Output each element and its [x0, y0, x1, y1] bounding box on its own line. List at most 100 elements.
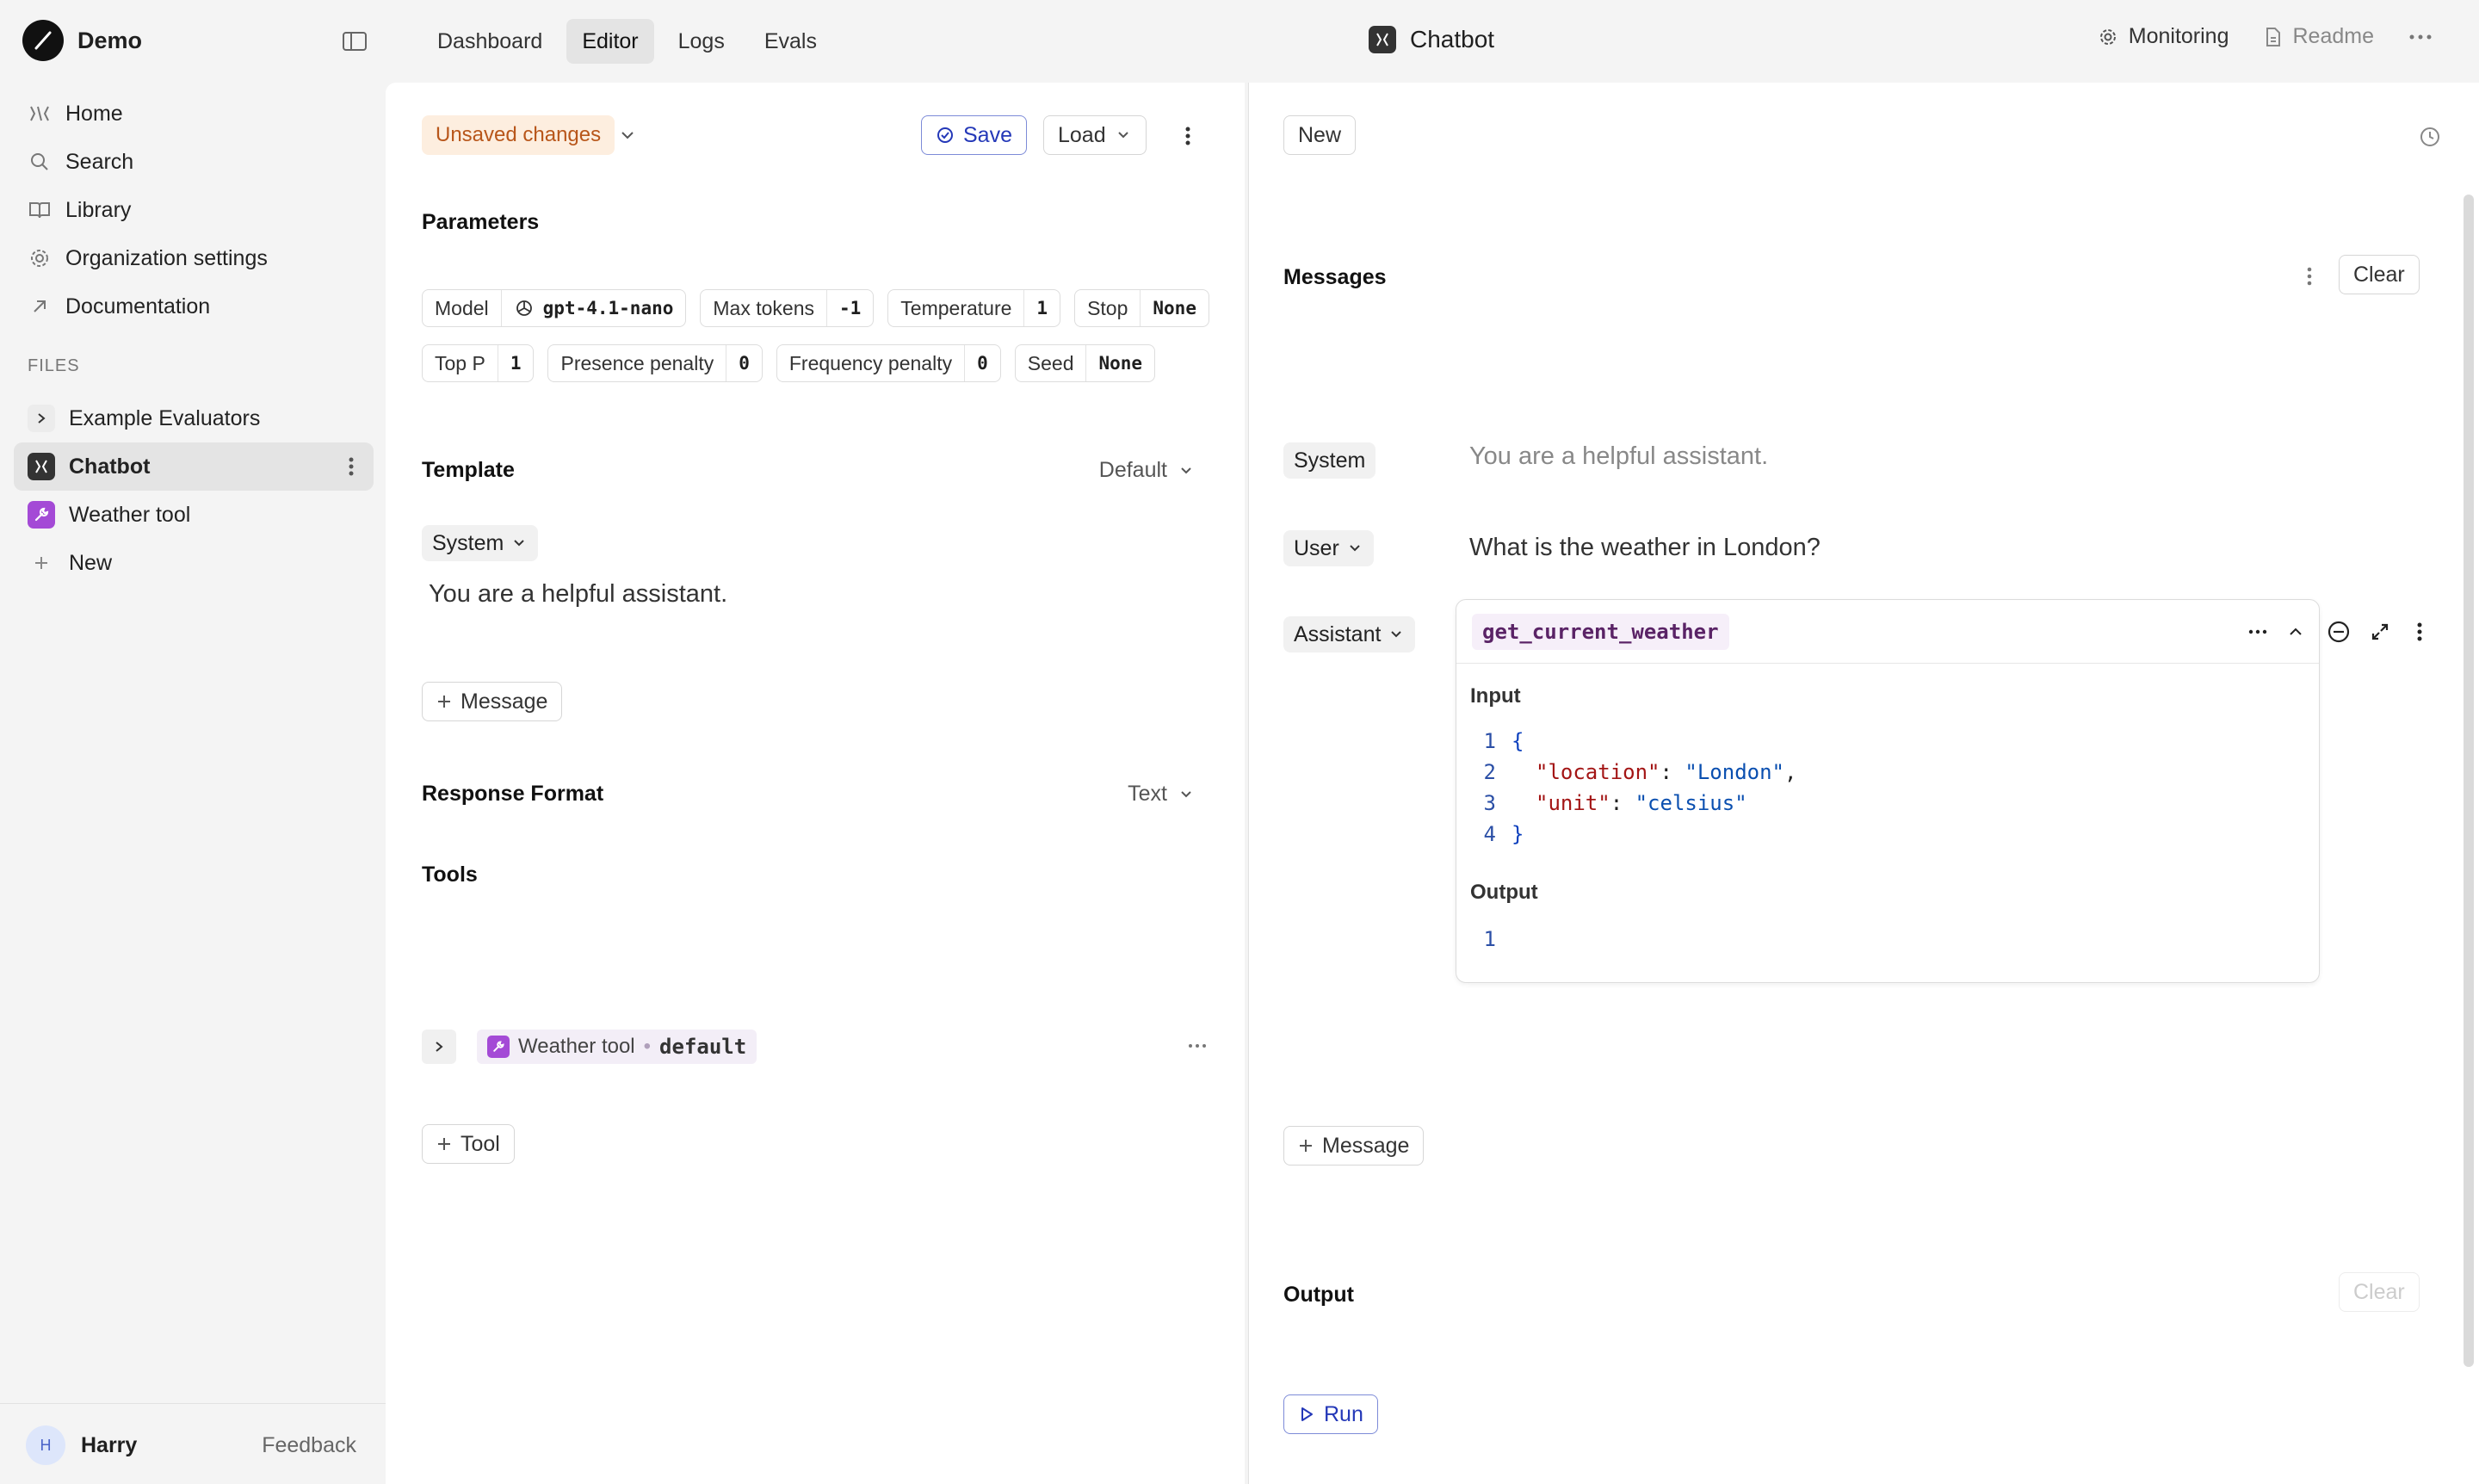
message-role-user[interactable]: User: [1283, 530, 1374, 566]
sidebar-item-search[interactable]: Search: [14, 138, 374, 186]
sidebar-item-documentation[interactable]: Documentation: [14, 282, 374, 331]
user-name[interactable]: Harry: [81, 1433, 137, 1458]
code-line: 4 }: [1456, 819, 1796, 850]
top-bar: Demo Dashboard Editor Logs Evals Chatbot…: [0, 0, 2479, 83]
chevron-down-icon[interactable]: [618, 126, 637, 145]
tool-call-function-name[interactable]: get_current_weather: [1472, 614, 1729, 650]
messages-options-icon[interactable]: [2306, 265, 2313, 288]
line-number: 3: [1483, 791, 1496, 815]
param-stop[interactable]: Stop None: [1074, 289, 1209, 327]
param-value: 1: [1023, 290, 1060, 326]
template-mode-dropdown[interactable]: Default: [1099, 458, 1195, 483]
tool-output-code[interactable]: 1: [1456, 924, 1512, 955]
param-label: Model: [435, 296, 489, 319]
tab-evals[interactable]: Evals: [749, 19, 832, 64]
param-top-p[interactable]: Top P 1: [422, 344, 535, 382]
avatar[interactable]: H: [26, 1425, 65, 1465]
param-label: Frequency penalty: [788, 351, 953, 374]
template-role-selector[interactable]: System: [422, 525, 539, 561]
save-button[interactable]: Save: [921, 115, 1027, 155]
file-item-weather-tool[interactable]: Weather tool: [14, 491, 374, 539]
message-text-system[interactable]: You are a helpful assistant.: [1469, 442, 1768, 471]
sidebar-item-library[interactable]: Library: [14, 186, 374, 234]
history-icon[interactable]: [2419, 126, 2441, 148]
file-item-chatbot[interactable]: Chatbot: [14, 442, 374, 491]
plus-icon: [28, 549, 55, 577]
file-item-new[interactable]: New: [14, 539, 374, 587]
tab-editor[interactable]: Editor: [566, 19, 654, 64]
line-number: 2: [1483, 760, 1496, 784]
new-session-button[interactable]: New: [1283, 115, 1357, 155]
json-key: "location": [1536, 760, 1660, 784]
param-value: 0: [726, 345, 762, 381]
expand-tool-icon[interactable]: [422, 1030, 456, 1064]
chevron-right-icon: [28, 405, 55, 432]
clear-messages-button[interactable]: Clear: [2339, 255, 2420, 294]
feedback-button[interactable]: Feedback: [262, 1433, 356, 1458]
search-icon: [28, 150, 52, 174]
param-seed[interactable]: Seed None: [1014, 344, 1156, 382]
run-button[interactable]: Run: [1283, 1394, 1378, 1434]
editor-options-icon[interactable]: [1184, 124, 1191, 148]
workspace-switcher[interactable]: Demo: [22, 20, 142, 61]
param-temperature[interactable]: Temperature 1: [887, 289, 1061, 327]
clear-output-button[interactable]: Clear: [2339, 1272, 2420, 1312]
tool-input-code[interactable]: 1 { 2 "location" : "London" , 3 "unit" :…: [1456, 726, 1797, 850]
sidebar: Home Search Library Organization setting…: [0, 83, 386, 1484]
sidebar-item-label: Documentation: [65, 294, 211, 318]
chevron-down-icon: [1388, 626, 1405, 643]
load-label: Load: [1058, 122, 1106, 147]
sidebar-item-label: Home: [65, 101, 123, 126]
param-max-tokens[interactable]: Max tokens -1: [700, 289, 875, 327]
remove-message-icon[interactable]: [2327, 620, 2351, 644]
sidebar-item-organization-settings[interactable]: Organization settings: [14, 234, 374, 282]
tool-options-icon[interactable]: [1188, 1043, 1207, 1048]
param-value: None: [1085, 345, 1154, 381]
add-tool-label: Tool: [461, 1131, 500, 1156]
file-options-icon[interactable]: [348, 454, 355, 479]
expand-icon[interactable]: [2370, 621, 2390, 642]
scrollbar[interactable]: [2464, 195, 2474, 1367]
sidebar-toggle-icon[interactable]: [341, 29, 368, 53]
file-title: Chatbot: [1369, 26, 1494, 53]
book-icon: [28, 198, 52, 222]
readme-button[interactable]: Readme: [2264, 24, 2375, 49]
sidebar-item-home[interactable]: Home: [14, 90, 374, 138]
files-section-label: FILES: [28, 356, 80, 375]
tab-dashboard[interactable]: Dashboard: [422, 19, 558, 64]
wrench-icon: [487, 1036, 510, 1058]
response-format-dropdown[interactable]: Text: [1128, 782, 1195, 807]
param-frequency-penalty[interactable]: Frequency penalty 0: [776, 344, 1001, 382]
main-tabs: Dashboard Editor Logs Evals: [422, 19, 832, 64]
tool-call-options-icon[interactable]: [2248, 629, 2267, 634]
more-options-icon[interactable]: [2408, 34, 2433, 40]
message-role-assistant[interactable]: Assistant: [1283, 616, 1416, 652]
template-message-text[interactable]: You are a helpful assistant.: [429, 580, 727, 609]
json-key: "unit": [1536, 791, 1610, 815]
parameters-row-1: Model gpt-4.1-nano Max tokens -1 Tempera…: [422, 289, 1209, 327]
save-label: Save: [963, 122, 1012, 147]
add-message-button[interactable]: Message: [422, 682, 563, 721]
param-model[interactable]: Model gpt-4.1-nano: [422, 289, 687, 327]
add-message-button[interactable]: Message: [1283, 1126, 1425, 1166]
tool-input-label: Input: [1470, 684, 1521, 708]
param-presence-penalty[interactable]: Presence penalty 0: [547, 344, 763, 382]
line-number: 1: [1483, 729, 1496, 753]
message-role-system: System: [1283, 442, 1376, 479]
gear-icon: [28, 246, 52, 270]
param-label: Presence penalty: [560, 351, 714, 374]
readme-label: Readme: [2292, 24, 2375, 48]
message-options-icon[interactable]: [2416, 620, 2423, 644]
file-item-example-evaluators[interactable]: Example Evaluators: [14, 394, 374, 442]
message-text-user[interactable]: What is the weather in London?: [1469, 534, 1821, 562]
tab-logs[interactable]: Logs: [663, 19, 740, 64]
unsaved-changes-badge[interactable]: Unsaved changes: [422, 115, 615, 155]
monitoring-button[interactable]: Monitoring: [2098, 24, 2229, 49]
run-label: Run: [1324, 1401, 1363, 1426]
sidebar-item-label: Library: [65, 197, 132, 222]
chevron-up-icon[interactable]: [2286, 622, 2305, 641]
code-line: 3 "unit" : "celsius": [1456, 788, 1796, 819]
load-button[interactable]: Load: [1043, 115, 1147, 155]
tool-item-weather[interactable]: Weather tool • default: [477, 1030, 757, 1064]
add-tool-button[interactable]: Tool: [422, 1124, 515, 1164]
